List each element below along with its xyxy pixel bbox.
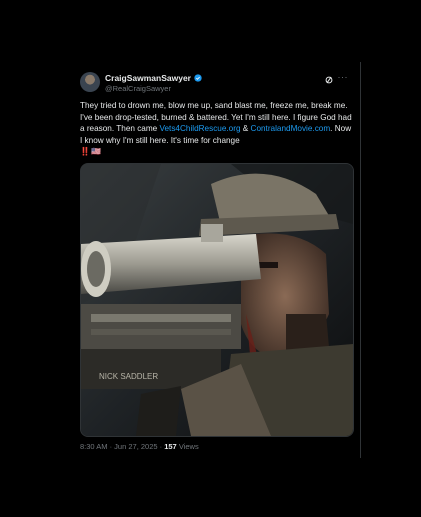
avatar[interactable] <box>80 72 100 92</box>
tweet-header: CraigSawmanSawyer @RealCraigSawyer ··· <box>80 72 352 98</box>
tweet-text: They tried to drown me, blow me up, sand… <box>80 100 354 158</box>
grok-icon[interactable] <box>324 75 334 85</box>
views-label: Views <box>176 442 199 451</box>
more-options-icon[interactable]: ··· <box>338 72 349 82</box>
rifle-engraving: NICK SADDLER <box>99 372 158 381</box>
handle[interactable]: @RealCraigSawyer <box>105 84 171 93</box>
link-vets4childrescue[interactable]: Vets4ChildRescue.org <box>160 124 241 133</box>
name-row: CraigSawmanSawyer <box>105 73 202 83</box>
sniper-photo: NICK SADDLER <box>81 164 353 436</box>
verified-badge-icon <box>194 74 202 82</box>
views-count: 157 <box>164 442 177 451</box>
timestamp[interactable]: 8:30 AM · Jun 27, 2025 · <box>80 442 164 451</box>
tweet-image[interactable]: NICK SADDLER <box>80 163 354 437</box>
display-name[interactable]: CraigSawmanSawyer <box>105 73 191 83</box>
link-contralandmovie[interactable]: ContralandMovie.com <box>251 124 331 133</box>
tweet-meta: 8:30 AM · Jun 27, 2025 · 157 Views <box>80 442 199 451</box>
flag-emojis: ‼️🇺🇸 <box>80 147 102 156</box>
tweet-card: CraigSawmanSawyer @RealCraigSawyer ··· T… <box>70 62 361 458</box>
tweet-text-part2: & <box>240 124 251 133</box>
